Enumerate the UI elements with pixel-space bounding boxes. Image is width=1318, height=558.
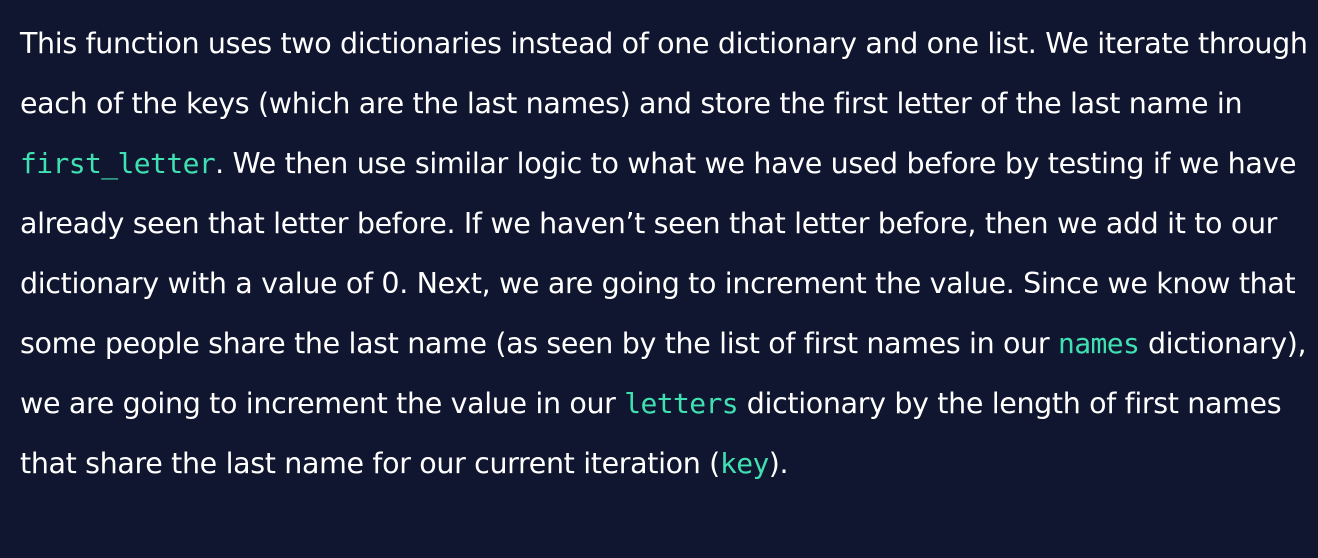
content-page: This function uses two dictionaries inst… — [0, 0, 1318, 558]
inline-code-first-letter: first_letter — [20, 147, 216, 180]
paragraph-text: This function uses two dictionaries inst… — [20, 27, 1308, 120]
inline-code-names: names — [1057, 327, 1140, 360]
explanation-paragraph: This function uses two dictionaries inst… — [20, 14, 1310, 494]
inline-code-key: key — [719, 447, 769, 480]
inline-code-letters: letters — [624, 387, 739, 420]
paragraph-text: ). — [768, 447, 789, 480]
